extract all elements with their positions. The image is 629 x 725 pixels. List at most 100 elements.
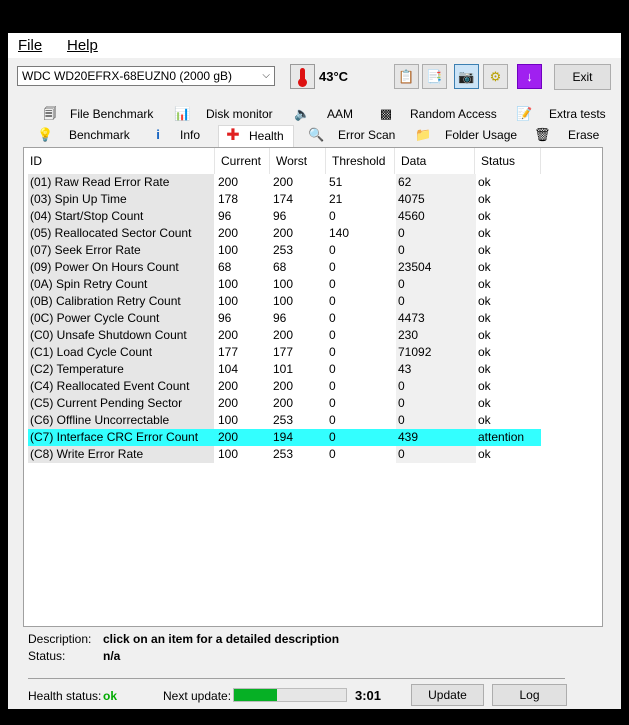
table-row[interactable]: (03) Spin Up Time 178 174 21 4075 ok — [28, 191, 541, 208]
cell-threshold: 0 — [329, 260, 336, 274]
table-row[interactable]: (01) Raw Read Error Rate 200 200 51 62 ok — [28, 174, 541, 191]
options-icon: ⚙ — [489, 69, 502, 84]
cell-status: ok — [478, 345, 491, 359]
tab-folder-usage[interactable]: 📁 Folder Usage — [415, 125, 520, 145]
table-row[interactable]: (05) Reallocated Sector Count 200 200 140 0 o… — [28, 225, 541, 242]
table-row[interactable]: (07) Seek Error Rate 100 253 0 0 ok — [28, 242, 541, 259]
cell-status: ok — [478, 277, 491, 291]
drive-select-value: WDC WD20EFRX-68EUZN0 (2000 gB) — [22, 69, 233, 83]
disk-monitor-icon: 📊 — [174, 106, 191, 121]
menu-file-label: File — [18, 37, 43, 54]
drive-select[interactable]: WDC WD20EFRX-68EUZN0 (2000 gB) ⌵ — [17, 66, 275, 86]
header-id[interactable]: ID — [24, 148, 215, 174]
cell-data: 0 — [396, 276, 476, 293]
tab-aam[interactable]: 🔈 AAM — [294, 104, 374, 124]
table-row[interactable]: (C8) Write Error Rate 100 253 0 0 ok — [28, 446, 541, 463]
cell-threshold: 0 — [329, 277, 336, 291]
screenshot-button[interactable]: 📷 — [454, 64, 479, 89]
table-row[interactable]: (C4) Reallocated Event Count 200 200 0 0 ok — [28, 378, 541, 395]
cell-current: 200 — [218, 175, 239, 189]
tab-extra-tests-label: Extra tests — [549, 107, 606, 121]
copy-text-icon: 📋 — [398, 69, 415, 84]
trash-icon: 🗑 — [534, 127, 551, 142]
next-update-progress — [233, 688, 347, 702]
toolbar: WDC WD20EFRX-68EUZN0 (2000 gB) ⌵ 43°C 📋 … — [8, 58, 621, 102]
cell-id: (C5) Current Pending Sector — [28, 395, 214, 412]
cell-id: (C7) Interface CRC Error Count — [30, 430, 199, 444]
table-row[interactable]: (C5) Current Pending Sector 200 200 0 0 ok — [28, 395, 541, 412]
cell-current: 100 — [218, 243, 239, 257]
copy-text-button[interactable]: 📋 — [394, 64, 419, 89]
tab-erase[interactable]: 🗑 Erase — [534, 125, 604, 145]
cell-id: (04) Start/Stop Count — [28, 208, 214, 225]
cell-data: 0 — [396, 378, 476, 395]
divider — [28, 678, 565, 679]
tab-error-scan[interactable]: 🔍 Error Scan — [308, 125, 400, 145]
info-icon: i — [156, 127, 160, 142]
camera-icon: 📷 — [458, 69, 475, 84]
cell-current: 68 — [218, 260, 232, 274]
health-status-value: ok — [103, 689, 118, 703]
download-button[interactable]: ↓ — [517, 64, 542, 89]
cell-data: 4075 — [396, 191, 476, 208]
exit-button[interactable]: Exit — [554, 64, 611, 90]
table-row[interactable]: (C0) Unsafe Shutdown Count 200 200 0 230 ok — [28, 327, 541, 344]
cell-worst: 253 — [273, 413, 294, 427]
tab-benchmark[interactable]: 💡 Benchmark — [37, 125, 142, 145]
table-row[interactable]: (C1) Load Cycle Count 177 177 0 71092 ok — [28, 344, 541, 361]
header-threshold[interactable]: Threshold — [326, 148, 395, 174]
cell-threshold: 0 — [329, 328, 336, 342]
table-row[interactable]: (04) Start/Stop Count 96 96 0 4560 ok — [28, 208, 541, 225]
log-button[interactable]: Log — [492, 684, 567, 706]
cell-id: (0C) Power Cycle Count — [28, 310, 214, 327]
cell-id: (01) Raw Read Error Rate — [28, 174, 214, 191]
menu-file[interactable]: File — [18, 37, 42, 54]
cell-threshold: 0 — [329, 362, 336, 376]
cell-worst: 100 — [273, 277, 294, 291]
tab-random-access[interactable]: ▩ Random Access — [378, 104, 497, 124]
menu-help[interactable]: Help — [67, 37, 98, 54]
tab-folder-usage-label: Folder Usage — [445, 128, 518, 142]
cell-threshold: 0 — [329, 447, 336, 461]
tab-info[interactable]: i Info — [150, 125, 210, 145]
table-row[interactable]: (09) Power On Hours Count 68 68 0 23504 ok — [28, 259, 541, 276]
header-data[interactable]: Data — [395, 148, 475, 174]
cell-status: ok — [478, 447, 491, 461]
cell-current: 200 — [218, 430, 239, 444]
tab-disk-monitor[interactable]: 📊 Disk monitor — [174, 104, 284, 124]
tab-aam-label: AAM — [327, 107, 354, 121]
cell-worst: 68 — [273, 260, 287, 274]
cell-data: 0 — [396, 412, 476, 429]
description-value: click on an item for a detailed descript… — [103, 632, 340, 646]
copy-info-button[interactable]: 📑 — [422, 64, 447, 89]
cell-threshold: 0 — [329, 430, 336, 444]
header-current[interactable]: Current — [215, 148, 270, 174]
tab-extra-tests[interactable]: 📝 Extra tests — [516, 104, 606, 124]
status-value: n/a — [103, 649, 121, 663]
table-row[interactable]: (0A) Spin Retry Count 100 100 0 0 ok — [28, 276, 541, 293]
header-status[interactable]: Status — [475, 148, 541, 174]
table-row[interactable]: (0C) Power Cycle Count 96 96 0 4473 ok — [28, 310, 541, 327]
cell-worst: 96 — [273, 209, 287, 223]
tab-error-scan-label: Error Scan — [338, 128, 396, 142]
update-button[interactable]: Update — [411, 684, 484, 706]
cell-data: 43 — [396, 361, 476, 378]
cell-current: 100 — [218, 447, 239, 461]
table-row[interactable]: (C6) Offline Uncorrectable 100 253 0 0 ok — [28, 412, 541, 429]
cell-threshold: 0 — [329, 413, 336, 427]
speaker-icon: 🔈 — [294, 106, 311, 121]
health-status-label: Health status: — [28, 689, 102, 703]
copy-info-icon: 📑 — [426, 69, 443, 84]
tab-health-label: Health — [249, 129, 284, 143]
tab-file-benchmark[interactable]: 🗐 File Benchmark — [42, 104, 167, 124]
table-row[interactable]: (0B) Calibration Retry Count 100 100 0 0 ok — [28, 293, 541, 310]
cell-current: 96 — [218, 311, 232, 325]
table-row[interactable]: (C7) Interface CRC Error Count 200 194 0 439… — [28, 429, 541, 446]
header-worst[interactable]: Worst — [270, 148, 326, 174]
tab-benchmark-label: Benchmark — [69, 128, 130, 142]
table-row[interactable]: (C2) Temperature 104 101 0 43 ok — [28, 361, 541, 378]
options-button[interactable]: ⚙ — [483, 64, 508, 89]
cell-data: 230 — [396, 327, 476, 344]
cell-threshold: 21 — [329, 192, 343, 206]
tab-health[interactable]: ✚ Health — [218, 125, 294, 148]
